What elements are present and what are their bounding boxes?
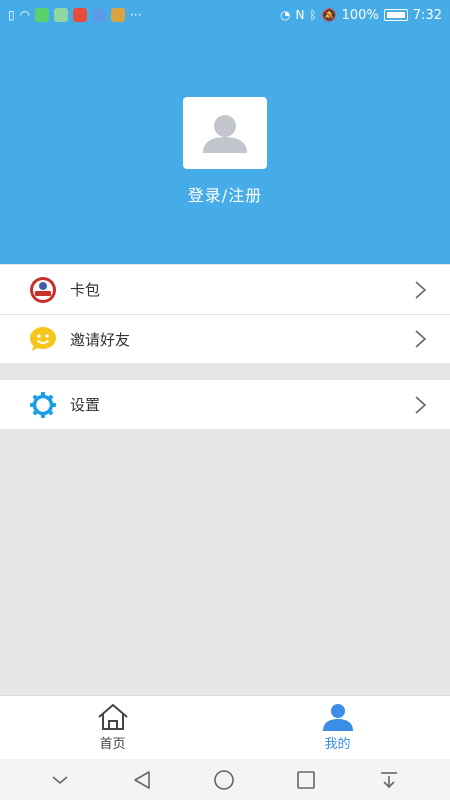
- card-wallet-icon: [28, 275, 58, 305]
- menu-item-card-wallet[interactable]: 卡包: [0, 265, 450, 314]
- recents-icon[interactable]: [295, 769, 317, 791]
- chevron-right-icon: [415, 280, 427, 299]
- gear-icon: [28, 390, 58, 420]
- home-icon: [97, 704, 128, 730]
- menu-group-primary: 卡包 邀请好友: [0, 265, 450, 363]
- notification-pull-down-icon[interactable]: [378, 769, 400, 791]
- chevron-down-icon[interactable]: [50, 773, 70, 787]
- invite-smiley-icon: [28, 324, 58, 354]
- notification-app-icon: [54, 8, 69, 22]
- menu-item-label: 设置: [70, 396, 101, 414]
- status-bar-notifications: ▯ ◠ ···: [8, 8, 142, 22]
- wifi-icon: ◠: [19, 8, 31, 22]
- menu-group-secondary: 设置: [0, 380, 450, 429]
- menu-item-label: 邀请好友: [70, 330, 131, 349]
- more-notifications-icon: ···: [130, 8, 142, 22]
- login-register-link[interactable]: 登录/注册: [0, 182, 450, 206]
- profile-header: 登录/注册: [0, 30, 450, 264]
- battery-icon: [383, 9, 408, 21]
- menu-item-label: 卡包: [70, 281, 101, 299]
- sim-icon: ▯: [8, 8, 15, 22]
- notification-app-icon: [73, 8, 88, 22]
- chevron-right-icon: [415, 330, 427, 348]
- home-circle-icon[interactable]: [213, 769, 235, 791]
- notification-app-icon: [35, 8, 50, 22]
- headset-icon: ◔: [280, 8, 291, 22]
- user-placeholder-icon: [203, 115, 247, 153]
- menu-item-settings[interactable]: 设置: [0, 380, 450, 429]
- tab-label: 首页: [99, 737, 126, 752]
- clock: 7:32: [412, 7, 442, 23]
- status-bar: ▯ ◠ ··· ◔ N ᛒ 🔕 100% 7:32: [0, 0, 450, 30]
- menu-item-invite-friends[interactable]: 邀请好友: [0, 314, 450, 363]
- system-navigation-bar: [0, 759, 450, 800]
- person-icon: [322, 704, 353, 731]
- tab-label: 我的: [324, 737, 351, 752]
- chevron-right-icon: [415, 395, 427, 414]
- avatar[interactable]: [183, 97, 267, 169]
- battery-percentage: 100%: [341, 7, 379, 23]
- nfc-icon: N: [295, 8, 305, 22]
- status-bar-system: ◔ N ᛒ 🔕 100% 7:32: [280, 8, 442, 23]
- tab-mine[interactable]: 我的: [225, 696, 450, 759]
- bottom-navigation: 首页 我的: [0, 695, 450, 759]
- notification-app-icon: [111, 8, 126, 22]
- back-icon[interactable]: [131, 769, 153, 791]
- notification-app-icon: [92, 8, 107, 22]
- mute-icon: 🔕: [321, 8, 337, 22]
- bluetooth-icon: ᛒ: [309, 8, 317, 22]
- tab-home[interactable]: 首页: [0, 696, 225, 759]
